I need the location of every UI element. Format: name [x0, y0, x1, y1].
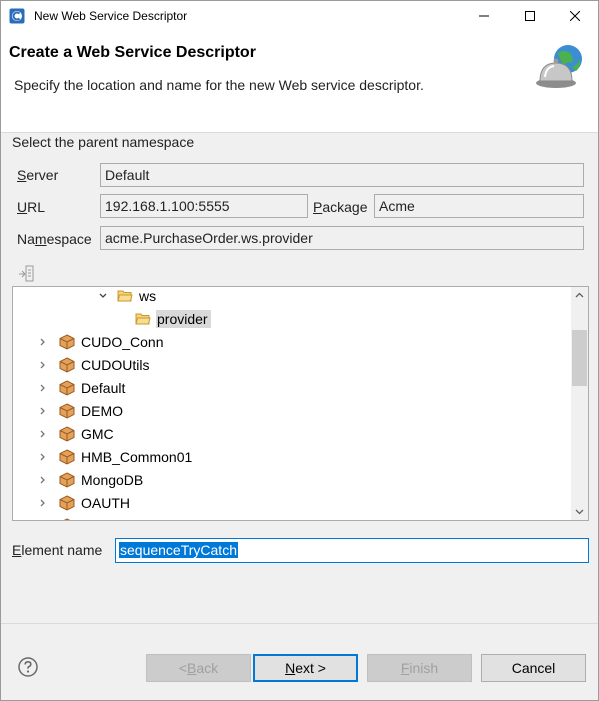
- folder-open-icon: [117, 288, 133, 304]
- tree-node-label: ws: [139, 288, 157, 304]
- chevron-right-icon[interactable]: [37, 428, 49, 440]
- package-icon: [59, 403, 75, 419]
- tree-node-provider[interactable]: provider: [135, 308, 211, 330]
- page-title: Create a Web Service Descriptor: [9, 44, 256, 61]
- collapse-all-icon[interactable]: [17, 265, 35, 283]
- package-icon: [59, 357, 75, 373]
- namespace-tree[interactable]: ws provider CUDO_Conn CUDOUtils Default: [12, 286, 589, 521]
- tree-node-package[interactable]: MongoDB: [37, 469, 146, 491]
- package-icon: [59, 380, 75, 396]
- tree-node-partial: [37, 515, 80, 520]
- tree-node-ws[interactable]: ws: [97, 287, 159, 307]
- wizard-header: Create a Web Service Descriptor Specify …: [1, 31, 598, 133]
- section-label: Select the parent namespace: [12, 134, 195, 150]
- chevron-right-icon[interactable]: [37, 451, 49, 463]
- help-icon[interactable]: [18, 657, 38, 677]
- tree-node-label: CUDOUtils: [81, 357, 150, 373]
- finish-button[interactable]: Finish: [367, 654, 472, 682]
- package-icon: [59, 495, 75, 511]
- service-bell-globe-icon: [536, 45, 582, 88]
- tree-node-package[interactable]: CUDO_Conn: [37, 331, 166, 353]
- app-icon: [9, 8, 25, 24]
- package-icon: [59, 518, 75, 520]
- tree-node-label: provider: [156, 310, 211, 328]
- package-icon: [59, 472, 75, 488]
- tree-node-package[interactable]: Default: [37, 377, 128, 399]
- title-bar[interactable]: New Web Service Descriptor: [1, 1, 598, 31]
- minimize-icon: [479, 15, 489, 17]
- tree-node-package[interactable]: OAUTH: [37, 492, 133, 514]
- chevron-right-icon[interactable]: [37, 382, 49, 394]
- cancel-button[interactable]: Cancel: [481, 654, 586, 682]
- page-description: Specify the location and name for the ne…: [14, 77, 424, 93]
- server-field: Default: [100, 163, 584, 187]
- element-name-label: Element name: [12, 542, 103, 558]
- tree-node-package[interactable]: GMC: [37, 423, 117, 445]
- tree-node-package[interactable]: DEMO: [37, 400, 126, 422]
- package-field: Acme: [374, 194, 584, 218]
- scroll-down-icon[interactable]: [571, 503, 588, 520]
- scroll-up-icon[interactable]: [571, 287, 588, 304]
- close-icon: [570, 11, 580, 21]
- package-icon: [59, 426, 75, 442]
- minimize-button[interactable]: [461, 1, 507, 31]
- url-field: 192.168.1.100:5555: [100, 194, 308, 218]
- tree-node-label: OAUTH: [81, 495, 130, 511]
- scroll-thumb[interactable]: [572, 330, 587, 386]
- chevron-right-icon[interactable]: [37, 474, 49, 486]
- window-title: New Web Service Descriptor: [34, 9, 188, 23]
- package-icon: [59, 334, 75, 350]
- element-name-value: sequenceTryCatch: [119, 542, 238, 558]
- tree-node-label: DEMO: [81, 403, 123, 419]
- tree-node-label: MongoDB: [81, 472, 144, 488]
- namespace-label: Namespace: [17, 231, 92, 247]
- tree-node-label: CUDO_Conn: [81, 334, 164, 350]
- chevron-right-icon[interactable]: [37, 405, 49, 417]
- chevron-right-icon[interactable]: [37, 359, 49, 371]
- folder-open-icon: [135, 311, 151, 327]
- maximize-button[interactable]: [507, 1, 553, 31]
- tree-node-package[interactable]: HMB_Common01: [37, 446, 195, 468]
- tree-node-label: Default: [81, 380, 126, 396]
- tree-node-label: HMB_Common01: [81, 449, 193, 465]
- chevron-down-icon[interactable]: [97, 290, 109, 302]
- tree-scrollbar[interactable]: [571, 287, 588, 520]
- dialog-window: New Web Service Descriptor Create a Web …: [0, 0, 599, 701]
- footer-divider: [1, 623, 598, 624]
- server-label: Server: [17, 167, 59, 183]
- back-button[interactable]: < Back: [146, 654, 251, 682]
- chevron-right-icon[interactable]: [37, 336, 49, 348]
- close-button[interactable]: [552, 1, 598, 31]
- url-label: URL: [17, 199, 46, 215]
- element-name-input[interactable]: sequenceTryCatch: [115, 538, 589, 563]
- chevron-right-icon[interactable]: [37, 497, 49, 509]
- maximize-icon: [525, 11, 535, 21]
- namespace-field: acme.PurchaseOrder.ws.provider: [100, 226, 584, 250]
- next-button[interactable]: Next >: [253, 654, 358, 682]
- tree-node-label: GMC: [81, 426, 114, 442]
- tree-node-package[interactable]: CUDOUtils: [37, 354, 152, 376]
- package-icon: [59, 449, 75, 465]
- package-label: Package: [313, 199, 368, 215]
